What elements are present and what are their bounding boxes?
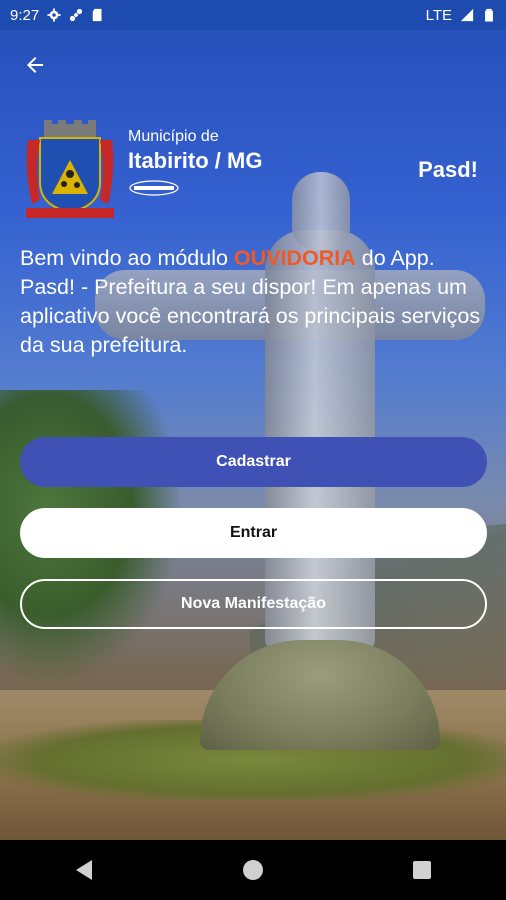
network-type: LTE: [425, 6, 452, 24]
battery-icon: [485, 8, 493, 22]
sd-card-icon: [92, 8, 102, 22]
back-button[interactable]: [20, 50, 50, 80]
signal-icon: [460, 8, 474, 22]
welcome-message: Bem vindo ao módulo OUVIDORIA do App. Pa…: [20, 244, 490, 360]
nav-home-button[interactable]: [238, 855, 268, 885]
login-button[interactable]: Entrar: [20, 508, 487, 558]
settings-icon: [47, 8, 61, 22]
status-bar: 9:27 LTE: [0, 0, 506, 30]
back-arrow-icon: [27, 57, 43, 73]
brand-logo: [129, 180, 179, 196]
link-icon: [70, 8, 83, 22]
nav-back-button[interactable]: [69, 855, 99, 885]
city-name: Itabirito / MG: [128, 148, 263, 173]
municipality-label: Município de: [128, 128, 219, 145]
system-navigation-bar: [0, 840, 506, 900]
module-name: OUVIDORIA: [233, 246, 356, 270]
circle-home-icon: [242, 860, 263, 880]
triangle-back-icon: [76, 860, 93, 880]
square-recents-icon: [412, 861, 431, 879]
municipality-crest-logo: [26, 120, 114, 218]
register-button[interactable]: Cadastrar: [20, 437, 487, 487]
welcome-prefix: Bem vindo ao módulo: [20, 246, 234, 270]
status-time: 9:27: [10, 6, 40, 24]
nav-recents-button[interactable]: [407, 855, 437, 885]
new-manifestation-button[interactable]: Nova Manifestação: [20, 579, 487, 629]
app-name: Pasd!: [418, 157, 478, 182]
